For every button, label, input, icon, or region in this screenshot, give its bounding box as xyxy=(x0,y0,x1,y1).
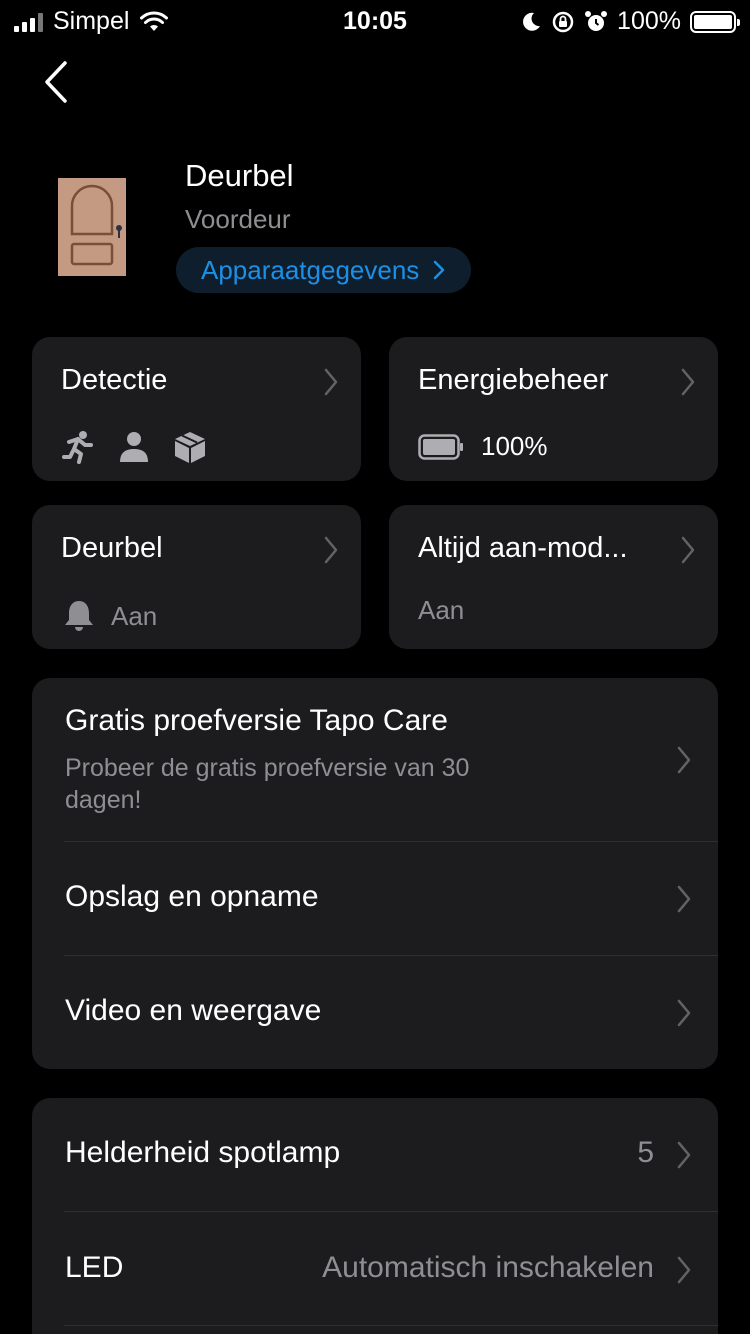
chevron-right-icon xyxy=(677,999,691,1027)
chevron-right-icon xyxy=(677,746,691,774)
chevron-right-icon xyxy=(324,368,338,396)
alarm-icon xyxy=(585,10,608,31)
person-icon xyxy=(120,432,148,462)
back-button[interactable] xyxy=(36,58,76,106)
status-bar: Simpel 10:05 100% xyxy=(0,0,750,40)
battery-icon xyxy=(690,10,740,33)
doorbell-status: Aan xyxy=(61,599,157,633)
spotlight-brightness-row[interactable]: Helderheid spotlamp 5 xyxy=(32,1098,718,1211)
led-label: LED xyxy=(65,1251,124,1284)
storage-recording-row[interactable]: Opslag en opname xyxy=(64,841,718,955)
tapo-care-subtitle: Probeer de gratis proefversie van 30 dag… xyxy=(65,754,470,814)
chevron-right-icon xyxy=(677,1256,691,1284)
detection-tile[interactable]: Detectie xyxy=(32,337,361,481)
device-location: Voordeur xyxy=(185,204,291,234)
storage-recording-label: Opslag en opname xyxy=(65,880,319,913)
detection-icons xyxy=(61,430,207,464)
settings-group-2: Helderheid spotlamp 5 LED Automatisch in… xyxy=(32,1098,718,1334)
doorbell-status-text: Aan xyxy=(111,600,158,631)
chevron-right-icon xyxy=(681,368,695,396)
settings-group-1: Gratis proefversie Tapo Care Probeer de … xyxy=(32,678,718,1069)
doorbell-title: Deurbel xyxy=(61,532,163,564)
status-right: 100% xyxy=(520,7,740,36)
tapo-care-title: Gratis proefversie Tapo Care xyxy=(65,704,448,737)
device-details-button[interactable]: Apparaatgegevens xyxy=(176,247,472,293)
battery-value: 100% xyxy=(481,431,548,461)
device-name: Deurbel xyxy=(185,158,294,193)
door-icon xyxy=(58,178,126,276)
power-management-tile[interactable]: Energiebeheer 100% xyxy=(389,337,718,481)
chevron-left-icon xyxy=(45,61,67,103)
always-on-mode-tile[interactable]: Altijd aan-mod... Aan xyxy=(389,505,718,649)
next-settings-row[interactable] xyxy=(64,1325,718,1334)
doorbell-tile[interactable]: Deurbel Aan xyxy=(32,505,361,649)
video-display-row[interactable]: Video en weergave xyxy=(64,955,718,1069)
led-value: Automatisch inschakelen xyxy=(322,1251,654,1284)
running-person-icon xyxy=(62,431,93,464)
chevron-right-icon xyxy=(677,1141,691,1169)
package-icon xyxy=(175,432,205,463)
battery-icon xyxy=(418,433,463,460)
chevron-right-icon xyxy=(324,536,338,564)
tapo-care-trial-row[interactable]: Gratis proefversie Tapo Care Probeer de … xyxy=(32,678,718,841)
spotlight-brightness-label: Helderheid spotlamp xyxy=(65,1136,341,1169)
device-details-label: Apparaatgegevens xyxy=(201,254,420,285)
detection-title: Detectie xyxy=(61,364,168,396)
video-display-label: Video en weergave xyxy=(65,994,322,1027)
led-row[interactable]: LED Automatisch inschakelen xyxy=(64,1211,718,1325)
battery-status: 100% xyxy=(418,431,548,462)
always-on-mode-title: Altijd aan-mod... xyxy=(418,532,628,564)
rotation-lock-icon xyxy=(552,11,574,32)
chevron-right-icon xyxy=(681,536,695,564)
always-on-mode-status: Aan xyxy=(418,595,465,625)
power-management-title: Energiebeheer xyxy=(418,364,609,396)
moon-icon xyxy=(523,12,541,31)
battery-percentage: 100% xyxy=(617,7,681,35)
spotlight-brightness-value: 5 xyxy=(637,1136,654,1169)
chevron-right-icon xyxy=(677,885,691,913)
chevron-right-icon xyxy=(434,260,445,280)
bell-icon xyxy=(65,601,93,631)
